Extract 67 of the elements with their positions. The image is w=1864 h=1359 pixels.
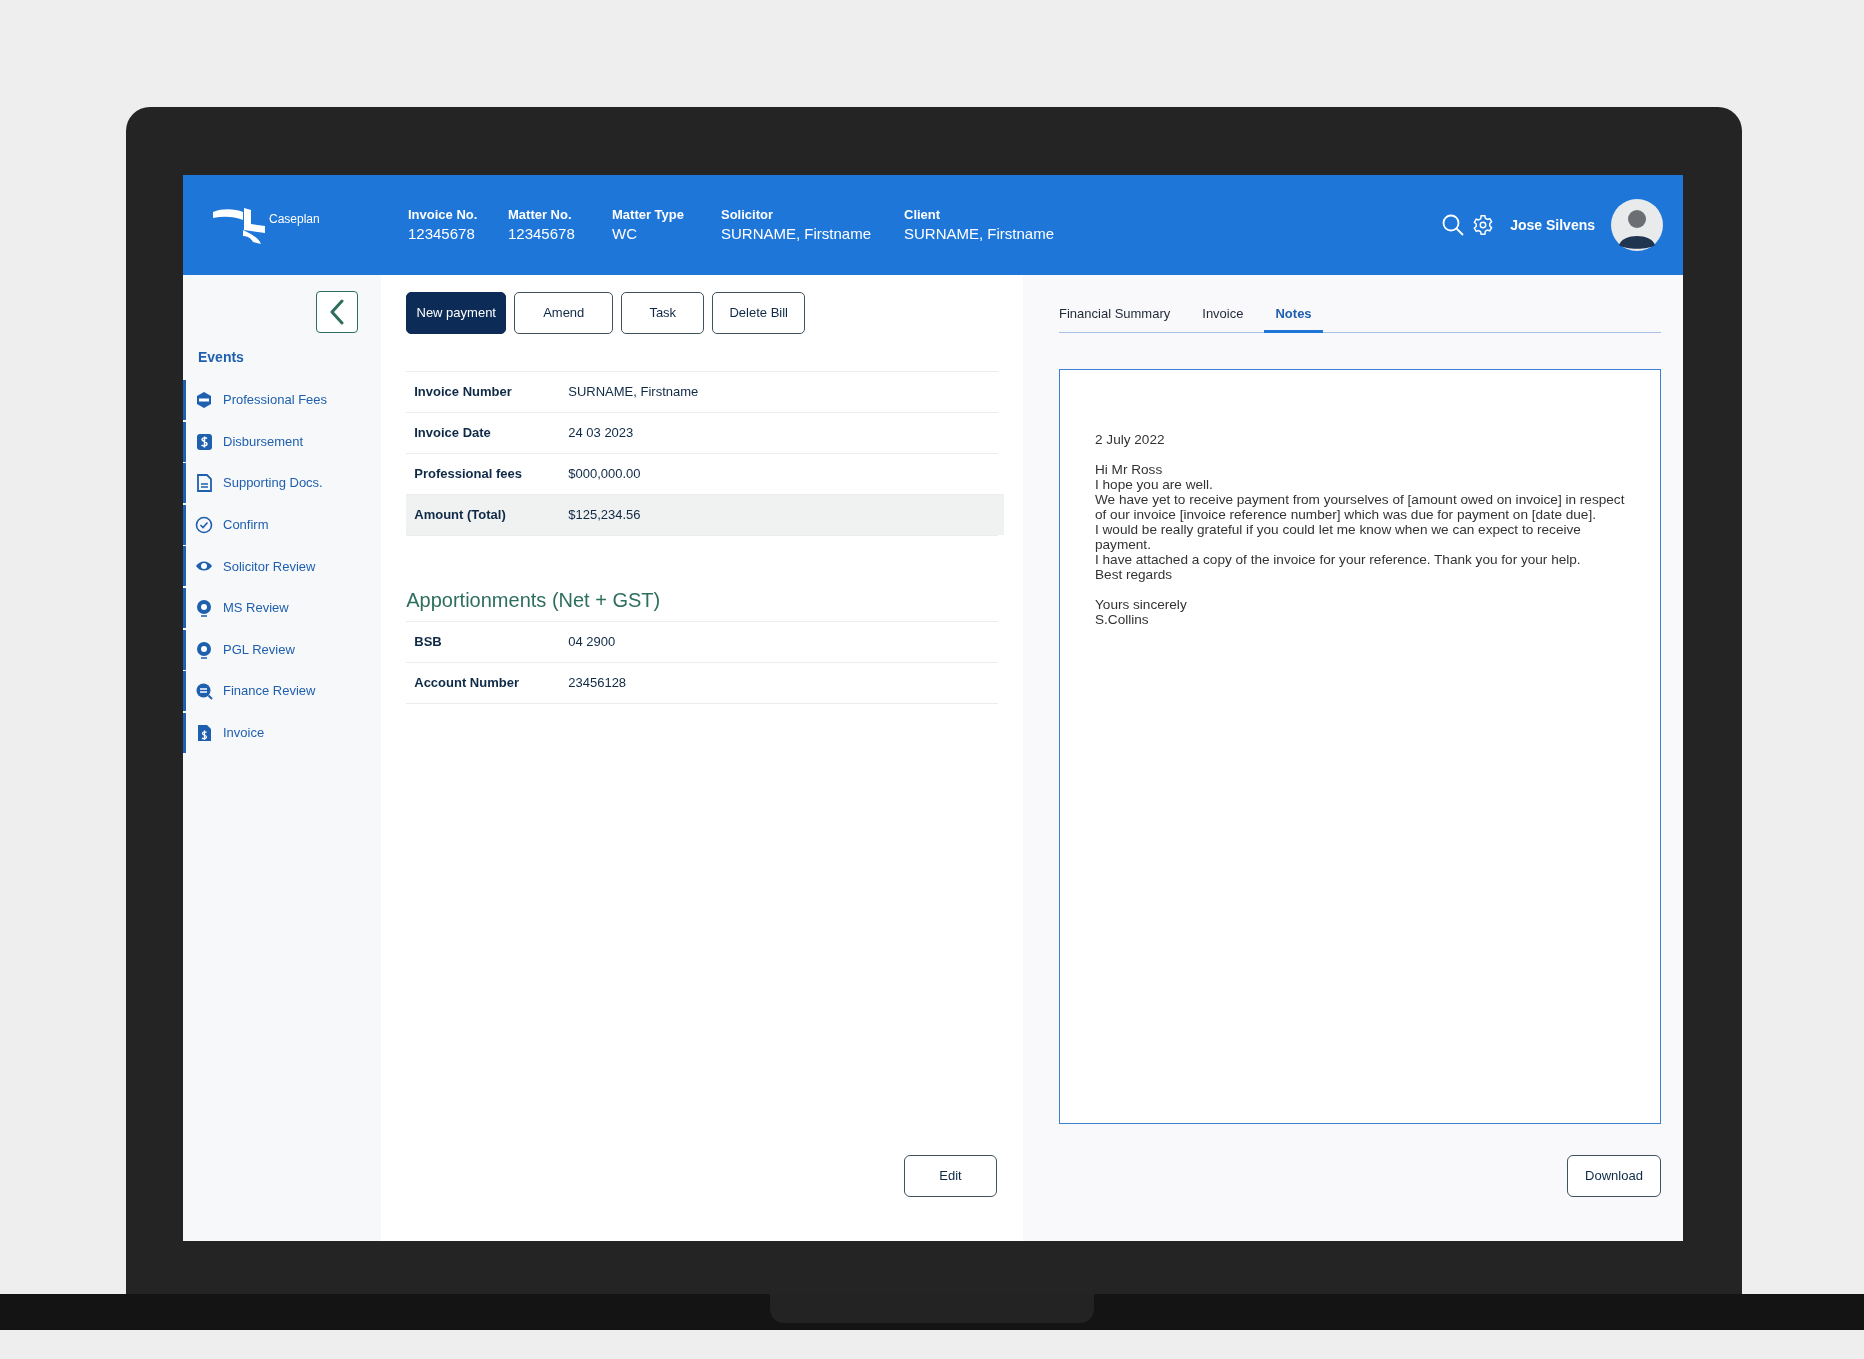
letter-line: Best regards bbox=[1095, 567, 1174, 582]
brand-name: Caseplan bbox=[269, 211, 320, 228]
tab[interactable]: Financial Summary bbox=[1059, 297, 1182, 333]
eye-icon bbox=[195, 640, 213, 659]
search-icon[interactable] bbox=[1442, 214, 1465, 236]
field-label: Solicitor bbox=[721, 206, 774, 224]
section-heading: Apportionments (Net + GST) bbox=[406, 588, 662, 613]
sidebar-item[interactable]: Disbursement bbox=[183, 421, 382, 462]
sidebar-item[interactable]: Supporting Docs. bbox=[183, 463, 382, 504]
row-value: $125,234.56 bbox=[568, 506, 641, 525]
user-name: Jose Silvens bbox=[1510, 215, 1595, 235]
field-value: 12345678 bbox=[408, 224, 476, 244]
letter-line: I would be really grateful if you could let me know when we can expect to receive payment. bbox=[1095, 522, 1582, 552]
check-circle-icon bbox=[195, 515, 213, 534]
row-label: Account Number bbox=[414, 674, 520, 693]
magnifier-icon bbox=[195, 682, 213, 701]
letter-line: 2 July 2022 bbox=[1095, 432, 1166, 447]
sidebar-item[interactable]: Confirm bbox=[183, 504, 382, 545]
sidebar-item[interactable]: Solicitor Review bbox=[183, 546, 382, 587]
field-label: Invoice No. bbox=[408, 206, 479, 224]
eye-icon bbox=[195, 598, 213, 617]
action-button[interactable]: Delete Bill bbox=[712, 292, 806, 334]
field-value: 12345678 bbox=[508, 224, 576, 244]
row-value: 04 2900 bbox=[568, 633, 616, 652]
avatar[interactable] bbox=[1611, 199, 1663, 251]
sidebar-item[interactable]: PGL Review bbox=[183, 629, 382, 670]
logo-icon bbox=[213, 206, 265, 244]
row-value: SURNAME, Firstname bbox=[568, 383, 699, 402]
row-label: Invoice Number bbox=[414, 383, 513, 402]
field-value: WC bbox=[612, 224, 638, 244]
row-value: $000,000.00 bbox=[568, 465, 641, 484]
download-button[interactable]: Download bbox=[1567, 1155, 1661, 1197]
sidebar-item[interactable]: Professional Fees bbox=[183, 380, 382, 420]
edit-button[interactable]: Edit bbox=[904, 1155, 997, 1197]
field-value: SURNAME, Firstname bbox=[721, 224, 873, 244]
field-label: Matter Type bbox=[612, 206, 685, 224]
letter-line: I hope you are well. bbox=[1095, 477, 1214, 492]
back-button[interactable] bbox=[316, 291, 358, 333]
back-icon bbox=[329, 299, 345, 325]
row-label: Amount (Total) bbox=[414, 506, 507, 525]
field-label: Client bbox=[904, 206, 942, 224]
action-button[interactable]: Amend bbox=[514, 292, 614, 334]
action-button[interactable]: Task bbox=[621, 292, 705, 334]
invoice-icon bbox=[195, 723, 213, 742]
row-label: Invoice Date bbox=[414, 424, 492, 443]
letter-line: Yours sincerely bbox=[1095, 597, 1188, 612]
field-value: SURNAME, Firstname bbox=[904, 224, 1056, 244]
tab[interactable]: Invoice bbox=[1191, 297, 1255, 333]
row-value: 23456128 bbox=[568, 674, 627, 693]
letter-line: Hi Mr Ross bbox=[1095, 462, 1164, 477]
sidebar-item[interactable]: Invoice bbox=[183, 712, 382, 753]
settings-icon[interactable] bbox=[1472, 214, 1495, 236]
field-label: Matter No. bbox=[508, 206, 573, 224]
dollar-icon bbox=[195, 432, 213, 451]
row-value: 24 03 2023 bbox=[568, 424, 634, 443]
fees-icon bbox=[195, 391, 213, 409]
sidebar-item[interactable]: Finance Review bbox=[183, 671, 382, 712]
letter-line: I have attached a copy of the invoice for your reference. Thank you for your help. bbox=[1095, 552, 1582, 567]
sidebar-title: Events bbox=[198, 348, 245, 367]
action-button[interactable]: New payment bbox=[406, 292, 507, 334]
sidebar-item[interactable]: MS Review bbox=[183, 587, 382, 628]
tab[interactable]: Notes bbox=[1264, 297, 1323, 333]
row-label: BSB bbox=[414, 633, 443, 652]
document-icon bbox=[195, 474, 213, 493]
letter-line: We have yet to receive payment from yourselves of [amount owed on invoice] in respect of our invoice [invoice reference number] which was due for payment on [date due]. bbox=[1095, 492, 1626, 522]
letter-line: S.Collins bbox=[1095, 612, 1150, 627]
row-label: Professional fees bbox=[414, 465, 523, 484]
